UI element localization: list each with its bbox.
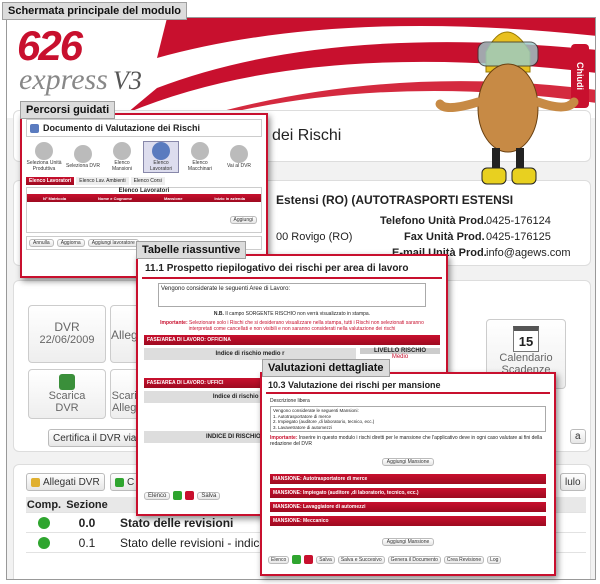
- row-desc: Stato delle revisioni - indice: [120, 535, 267, 550]
- confirm-icon[interactable]: [292, 555, 302, 564]
- allegati-dvr-button[interactable]: Allegati DVR: [26, 473, 105, 491]
- logo-number: 626: [17, 22, 83, 69]
- folder-icon: [31, 477, 40, 487]
- important-note: Importante: Selezionare solo i Rischi ch…: [160, 320, 424, 332]
- step-button[interactable]: Elenco Macchinari: [182, 142, 218, 172]
- modulo-label: lulo: [565, 476, 581, 488]
- add-mansione-button-bottom[interactable]: Aggiungi Mansione: [381, 538, 435, 546]
- detail-elenco-button[interactable]: Elenco: [268, 555, 290, 564]
- dvr-card[interactable]: DVR 22/06/2009: [28, 305, 106, 363]
- calendar-icon: 15: [513, 326, 539, 352]
- summary-title: 11.1 Prospetto riepilogativo dei rischi …: [142, 260, 442, 279]
- guided-steps: Seleziona Unità Produttiva Seleziona DVR…: [26, 141, 262, 173]
- worker-list-header: N° Matricola Nome e Cognome Mansione Inizio…: [27, 194, 261, 202]
- elenco-button[interactable]: Elenco: [144, 491, 171, 500]
- areas-textarea[interactable]: Vengono considerate le seguenti Aree di …: [158, 283, 426, 307]
- scarica-dvr-l1: Scarica: [48, 390, 86, 402]
- detail-window: 10.3 Valutazione dei rischi per mansione…: [260, 372, 556, 576]
- guided-label: Percorsi guidati: [20, 101, 116, 119]
- complete-icon: [38, 516, 50, 529]
- detail-title: 10.3 Valutazione dei rischi per mansione: [266, 378, 550, 394]
- salva-successivo-button[interactable]: Salva e Succesivo: [337, 555, 385, 564]
- salva-button[interactable]: Salva: [197, 491, 221, 500]
- area-officina-bar[interactable]: FASE/AREA DI LAVORO: OFFICINA: [144, 335, 440, 345]
- allegati-dvr-label: Allegati DVR: [43, 476, 100, 488]
- doc-title: dei Rischi: [272, 127, 342, 144]
- row-desc: Stato delle revisioni: [120, 515, 234, 530]
- row-sezione: 0.1: [78, 535, 96, 550]
- dvr-card-date: 22/06/2009: [39, 334, 95, 346]
- step-button[interactable]: Elenco Mansioni: [104, 142, 140, 172]
- guided-add-button[interactable]: Aggiungi: [229, 216, 257, 224]
- download-icon: [59, 374, 75, 390]
- genera-documento-button[interactable]: Genera il Documento: [387, 555, 441, 564]
- scarica-dvr-card[interactable]: Scarica DVR: [28, 369, 106, 419]
- step-button[interactable]: Seleziona Unità Produttiva: [26, 142, 62, 172]
- guided-tabs: Elenco Lavoratori Elenco Lav. Ambienti E…: [26, 177, 262, 185]
- fax-label: Fax Unità Prod.: [404, 231, 485, 243]
- email-value: info@agews.com: [486, 247, 571, 259]
- logo-version: V3: [113, 66, 142, 95]
- address: 00 Rovigo (RO): [276, 231, 353, 243]
- detail-toolbar: Elenco Salva Salva e Succesivo Genera il…: [268, 555, 502, 564]
- phone-value: 0425-176124: [486, 215, 551, 227]
- c-button[interactable]: C: [110, 473, 140, 491]
- crea-revisione-button[interactable]: Crea Revisione: [443, 555, 485, 564]
- mansione-row[interactable]: MANSIONE: Autotrasportatore di merce: [270, 474, 546, 484]
- screen-title: Schermata principale del modulo: [2, 2, 187, 20]
- aggiorna-button[interactable]: Aggiorna: [56, 239, 85, 247]
- calendar-l1: Calendario: [499, 352, 553, 364]
- col-comp: Comp.: [26, 498, 62, 511]
- step-button[interactable]: Seleziona DVR: [65, 145, 101, 169]
- detail-important-note: Importante: Inserire in questo modulo i …: [270, 435, 543, 447]
- step-button-active[interactable]: Elenco Lavoratori: [143, 141, 179, 173]
- step-button[interactable]: Vai al DVR: [221, 145, 257, 169]
- confirm-icon[interactable]: [173, 491, 183, 500]
- log-button[interactable]: Log: [487, 555, 502, 564]
- add-mansione-button[interactable]: Aggiungi Mansione: [381, 458, 435, 466]
- scarica-dvr-l2: DVR: [55, 402, 79, 414]
- delete-icon[interactable]: [185, 491, 195, 500]
- guided-title-bar: Documento di Valutazione dei Rischi: [26, 119, 262, 137]
- modulo-button[interactable]: lulo: [560, 473, 586, 491]
- right-action-label: a: [575, 431, 581, 442]
- col-sezione: Sezione: [66, 498, 108, 511]
- fax-value: 0425-176125: [486, 231, 551, 243]
- row-sezione: 0.0: [78, 515, 96, 530]
- mansione-row[interactable]: MANSIONE: Meccanico: [270, 516, 546, 526]
- nb-note: N.B. Il campo SORGENTE RISCHIO non verrà…: [213, 311, 371, 317]
- document-icon: [30, 123, 39, 133]
- app-logo: 626 express: [17, 22, 108, 96]
- logo-word: express: [19, 63, 108, 96]
- tab-ambienti[interactable]: Elenco Lav. Ambienti: [76, 177, 129, 185]
- annulla-button[interactable]: Annulla: [29, 239, 54, 247]
- description-textarea[interactable]: Vengono considerate le seguenti Mansioni…: [270, 406, 546, 432]
- complete-icon: [38, 536, 50, 549]
- phone-label: Telefono Unità Prod.: [380, 215, 487, 227]
- guided-doc-title: Documento di Valutazione dei Rischi: [43, 123, 201, 133]
- desc-label: Descrizione libera: [270, 398, 310, 404]
- mascot-illustration: [435, 31, 579, 185]
- tab-corsi[interactable]: Elenco Corsi: [130, 177, 165, 185]
- delete-icon[interactable]: [304, 555, 314, 564]
- detail-salva-button[interactable]: Salva: [316, 555, 335, 564]
- mansione-row[interactable]: MANSIONE: Impiegato (auditore ,di labora…: [270, 488, 546, 498]
- summary-label: Tabelle riassuntive: [136, 241, 247, 259]
- tab-lavoratori[interactable]: Elenco Lavoratori: [26, 177, 75, 185]
- dvr-card-title: DVR: [54, 320, 80, 334]
- mansione-row[interactable]: MANSIONE: Lavaggiatore di automezzi: [270, 502, 546, 512]
- check-icon: [115, 477, 124, 487]
- add-worker-button[interactable]: Aggiungi lavoratore: [87, 239, 139, 247]
- certifica-label: Certifica il DVR via M: [53, 432, 148, 444]
- summary-toolbar: Elenco Salva: [144, 491, 221, 500]
- right-action-button[interactable]: a: [570, 429, 586, 444]
- detail-label: Valutazioni dettagliate: [262, 359, 390, 377]
- worker-list: Elenco Lavoratori N° Matricola Nome e Cog…: [26, 187, 262, 233]
- c-button-label: C: [127, 476, 135, 488]
